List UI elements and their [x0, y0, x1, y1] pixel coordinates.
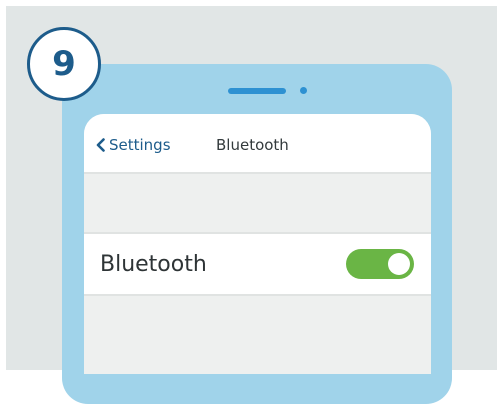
bluetooth-setting-row: Bluetooth — [84, 232, 431, 296]
page-title: Bluetooth — [216, 136, 289, 154]
bluetooth-toggle[interactable] — [346, 249, 414, 279]
step-number: 9 — [52, 44, 76, 84]
navigation-bar: Settings Bluetooth — [84, 114, 431, 174]
step-number-badge: 9 — [27, 27, 101, 101]
back-button-label: Settings — [109, 136, 171, 154]
bluetooth-row-label: Bluetooth — [100, 252, 207, 277]
chevron-left-icon — [96, 138, 105, 152]
phone-screen: Settings Bluetooth Bluetooth — [84, 114, 431, 374]
phone-speaker — [228, 88, 286, 94]
toggle-knob — [388, 253, 410, 275]
back-to-settings-button[interactable]: Settings — [96, 136, 171, 154]
phone-camera — [300, 87, 307, 94]
